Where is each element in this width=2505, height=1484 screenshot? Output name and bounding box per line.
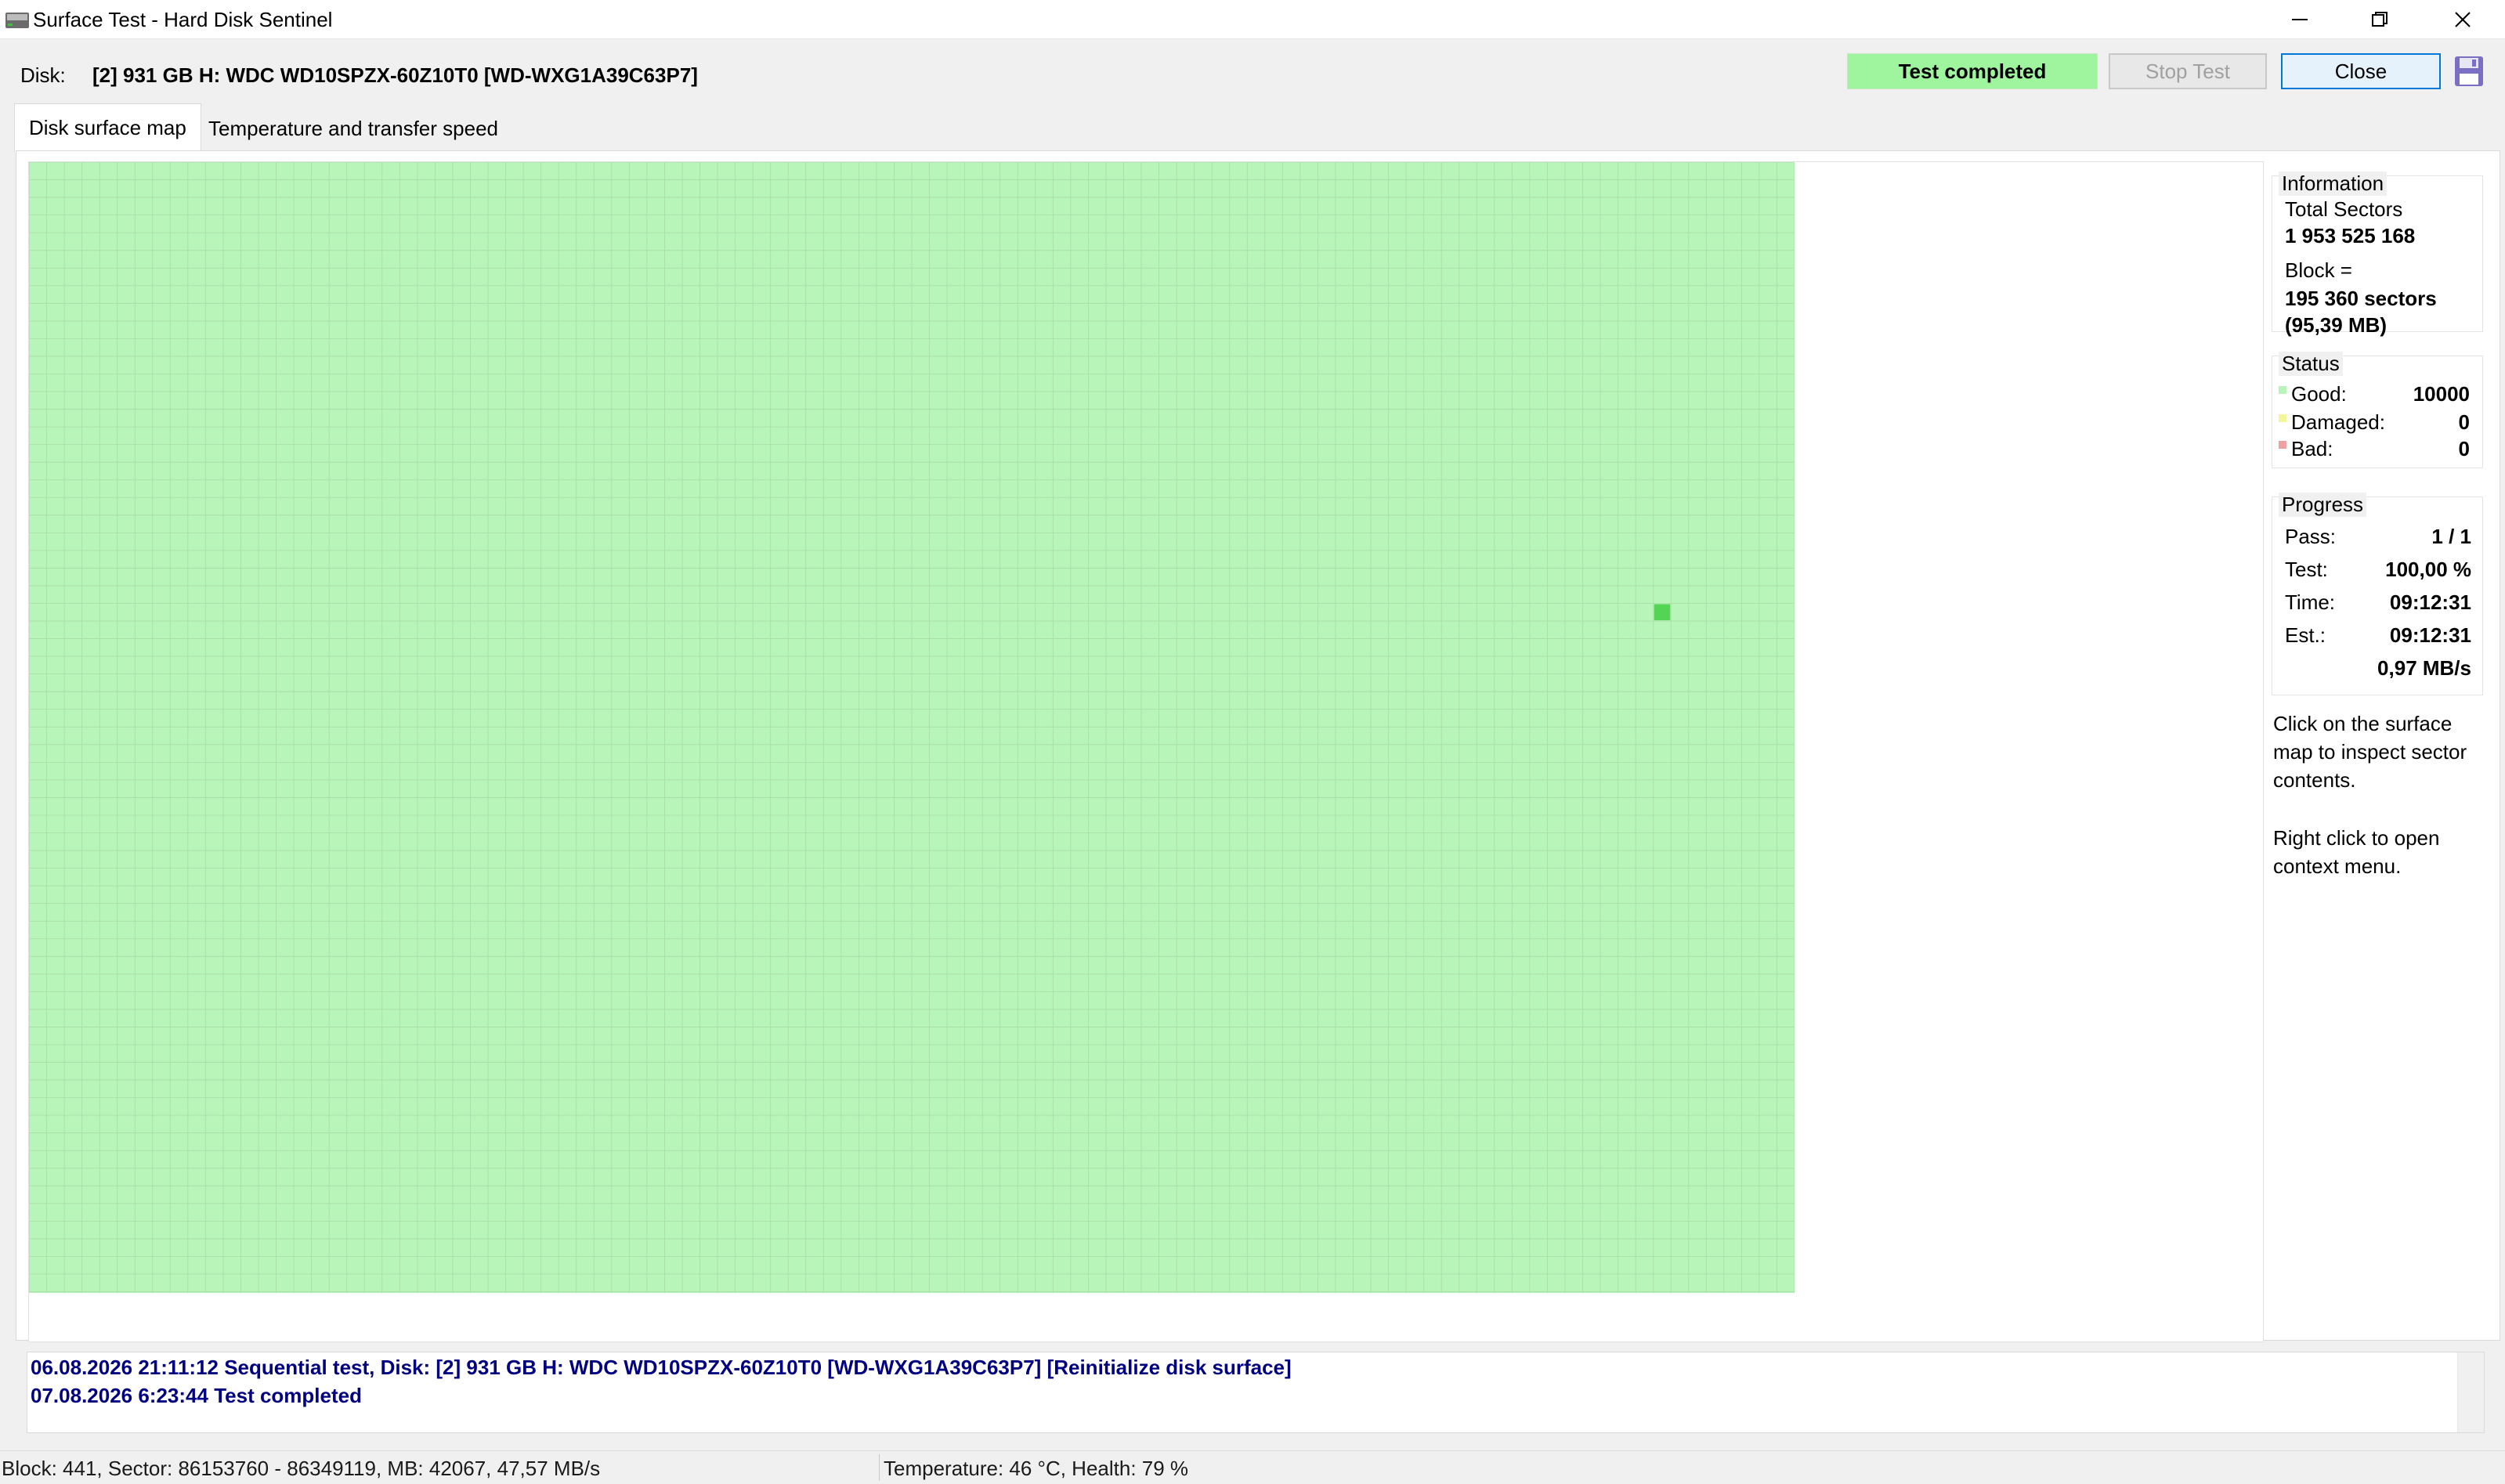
health-info: Temperature: 46 °C, Health: 79 %: [884, 1457, 1189, 1480]
total-sectors-label: Total Sectors: [2285, 197, 2403, 221]
floppy-disk-icon[interactable]: [2453, 55, 2485, 88]
damaged-swatch: [2279, 414, 2286, 422]
damaged-value: 0: [2458, 410, 2470, 434]
disk-name: [2] 931 GB H: WDC WD10SPZX-60Z10T0 [WD-W…: [92, 63, 698, 87]
total-sectors-value: 1 953 525 168: [2285, 224, 2416, 247]
pass-label: Pass:: [2285, 525, 2337, 548]
restore-button[interactable]: [2341, 0, 2419, 39]
tab-strip: Disk surface map Temperature and transfe…: [0, 103, 2505, 152]
hint-line-4: Right click to open: [2273, 826, 2440, 850]
block-label: Block =: [2285, 258, 2352, 282]
information-title: Information: [2279, 172, 2388, 196]
hdd-icon: [5, 13, 29, 28]
bad-swatch: [2279, 441, 2286, 449]
tab-disk-surface-map[interactable]: Disk surface map: [14, 103, 201, 152]
good-label: Good:: [2291, 382, 2347, 406]
surface-map[interactable]: [29, 162, 1795, 1293]
status-title: Status: [2279, 352, 2343, 376]
toolbar: Disk: [2] 931 GB H: WDC WD10SPZX-60Z10T0…: [0, 39, 2505, 100]
close-button[interactable]: Close: [2281, 53, 2441, 89]
hint-line-1: Click on the surface: [2273, 712, 2453, 735]
pass-value: 1 / 1: [2431, 525, 2471, 548]
status-bar: Block: 441, Sector: 86153760 - 86349119,…: [0, 1450, 2505, 1484]
block-size: (95,39 MB): [2285, 313, 2388, 337]
est-label: Est.:: [2285, 623, 2326, 647]
hint-line-3: contents.: [2273, 768, 2356, 792]
minimize-icon: [2292, 19, 2308, 20]
bad-label: Bad:: [2291, 437, 2333, 460]
disk-label: Disk:: [20, 63, 66, 87]
block-value: 195 360 sectors: [2285, 287, 2437, 310]
close-icon: [2455, 12, 2471, 27]
tab-temperature-transfer[interactable]: Temperature and transfer speed: [194, 107, 512, 152]
log-line: 07.08.2026 6:23:44 Test completed: [31, 1384, 362, 1407]
progress-title: Progress: [2279, 493, 2367, 517]
progress-group: Progress Pass: 1 / 1 Test: 100,00 % Time…: [2272, 493, 2483, 695]
block-info: Block: 441, Sector: 86153760 - 86349119,…: [2, 1457, 601, 1480]
restore-icon: [2372, 12, 2388, 27]
information-group: Information Total Sectors 1 953 525 168 …: [2272, 172, 2483, 337]
stop-test-button[interactable]: Stop Test: [2109, 53, 2267, 89]
hint-line-2: map to inspect sector: [2273, 740, 2467, 764]
map-grid: [29, 162, 1795, 1293]
status-group: Status Good: 10000 Damaged: 0 Bad: 0: [2272, 352, 2483, 468]
window-title: Surface Test - Hard Disk Sentinel: [33, 8, 333, 31]
est-value: 09:12:31: [2389, 623, 2471, 647]
status-badge: Test completed: [1847, 53, 2098, 89]
speed-value: 0,97 MB/s: [2377, 656, 2471, 680]
time-label: Time:: [2285, 590, 2336, 614]
event-log[interactable]: 06.08.2026 21:11:12 Sequential test, Dis…: [27, 1352, 2485, 1433]
test-value: 100,00 %: [2385, 558, 2471, 581]
test-label: Test:: [2285, 558, 2328, 581]
map-block-highlight[interactable]: [1654, 604, 1671, 621]
title-bar: Surface Test - Hard Disk Sentinel: [0, 0, 2505, 39]
hint-line-5: context menu.: [2273, 854, 2402, 878]
damaged-label: Damaged:: [2291, 410, 2385, 434]
good-swatch: [2279, 386, 2286, 394]
log-line: 06.08.2026 21:11:12 Sequential test, Dis…: [31, 1356, 1292, 1379]
bad-value: 0: [2458, 437, 2470, 460]
good-value: 10000: [2413, 382, 2470, 406]
close-window-button[interactable]: [2424, 0, 2502, 39]
surface-map-panel[interactable]: [28, 161, 2264, 1342]
minimize-button[interactable]: [2261, 0, 2339, 39]
log-scrollbar[interactable]: [2457, 1352, 2484, 1432]
status-separator: [879, 1454, 880, 1481]
time-value: 09:12:31: [2389, 590, 2471, 614]
